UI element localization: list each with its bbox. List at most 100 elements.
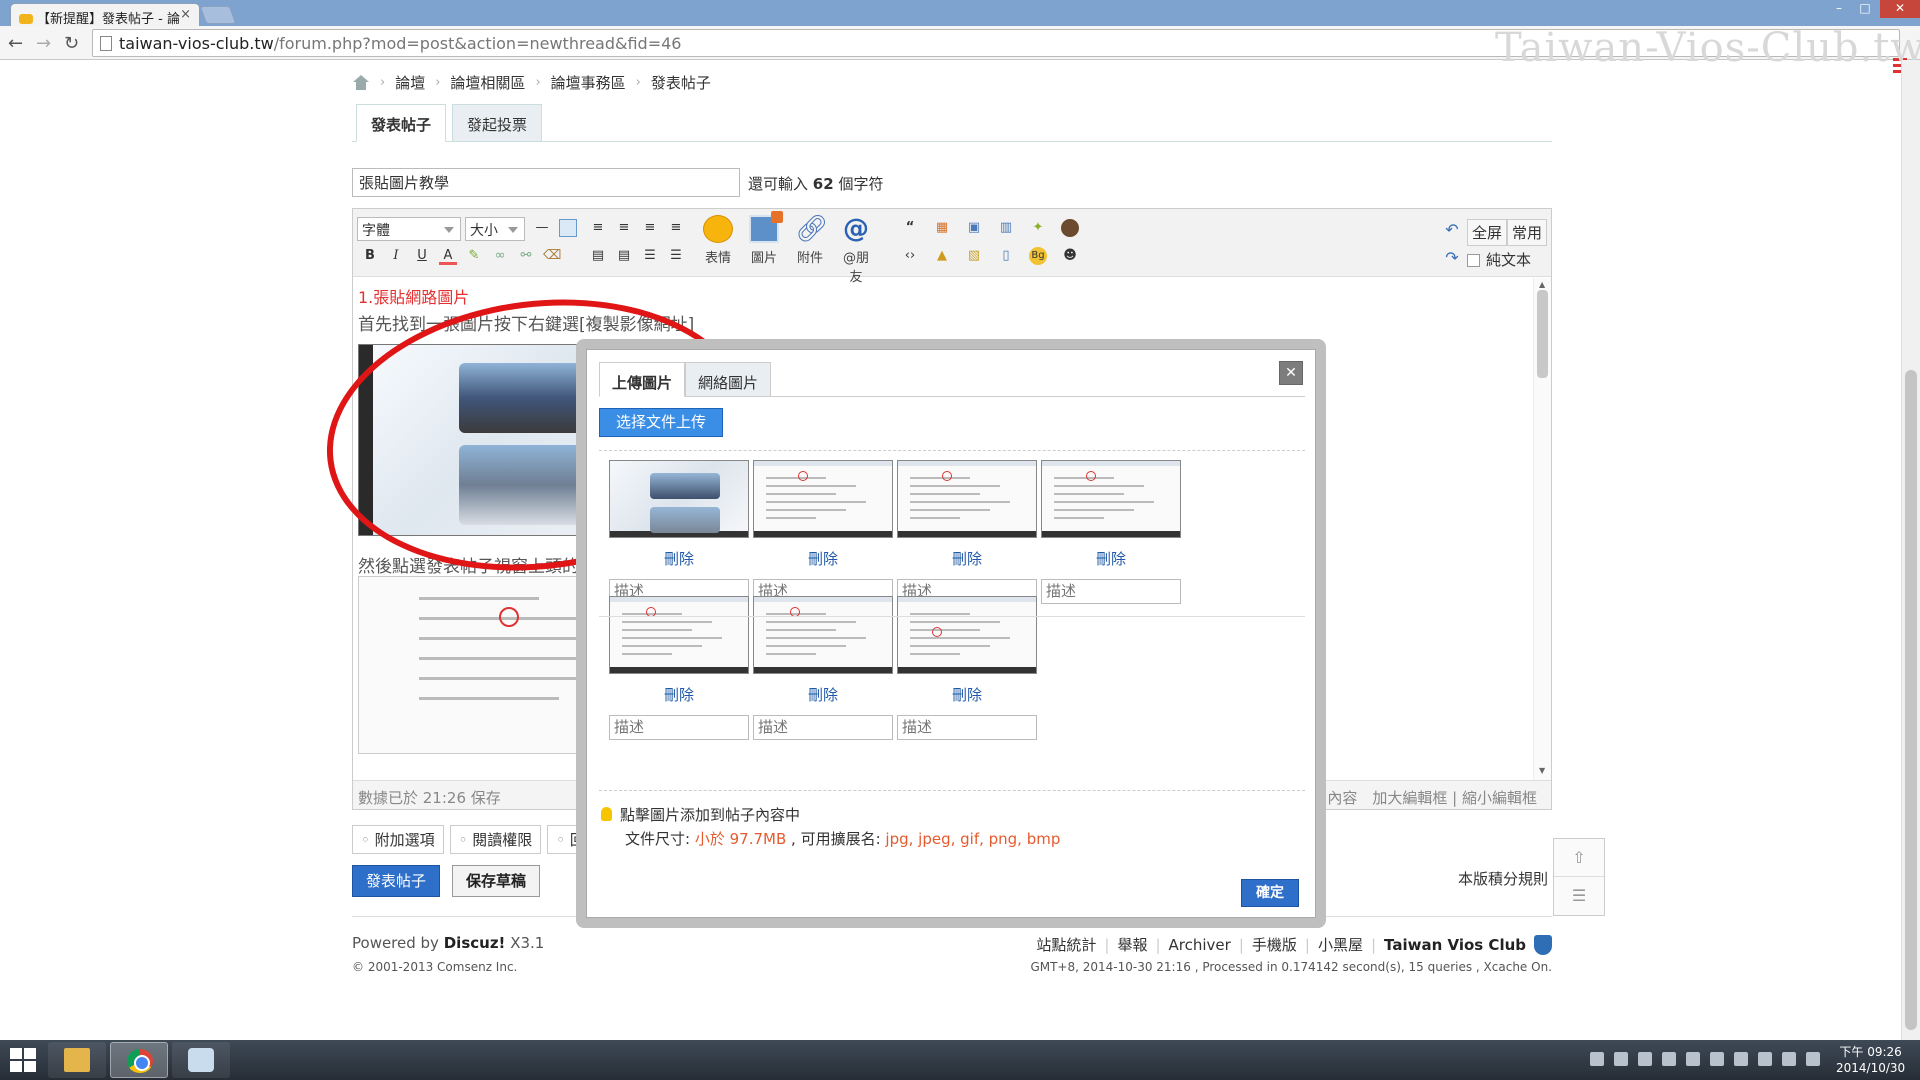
save-draft-button[interactable]: 保存草稿 <box>452 865 540 897</box>
font-color-icon[interactable]: A <box>439 247 457 265</box>
bold-icon[interactable]: B <box>361 247 379 265</box>
image-button[interactable]: 圖片 <box>745 211 783 266</box>
description-input[interactable] <box>753 715 893 740</box>
tray-flag-icon[interactable] <box>1590 1052 1604 1066</box>
footer-link-archiver[interactable]: Archiver <box>1169 936 1231 954</box>
thumbnail-image[interactable] <box>753 596 893 674</box>
tab-new-thread[interactable]: 發表帖子 <box>356 104 447 142</box>
scroll-down-icon[interactable]: ▼ <box>1539 766 1545 775</box>
quote-icon[interactable]: “ <box>901 219 919 237</box>
delete-link[interactable]: 刪除 <box>609 684 749 705</box>
tray-signal-icon[interactable] <box>1758 1052 1772 1066</box>
mention-friend-button[interactable]: @ @朋友 <box>837 215 875 285</box>
align-center-icon[interactable]: ≡ <box>615 219 633 237</box>
tray-app-icon[interactable] <box>1662 1052 1676 1066</box>
fullscreen-button[interactable]: 全屏 <box>1467 219 1508 246</box>
description-input[interactable] <box>897 715 1037 740</box>
tray-cloud-icon[interactable] <box>1614 1052 1628 1066</box>
page-scroll-thumb[interactable] <box>1905 370 1917 1030</box>
italic-icon[interactable]: I <box>387 247 405 265</box>
plaintext-checkbox[interactable] <box>1467 254 1480 267</box>
read-permission-tab[interactable]: 閱讀權限 <box>449 825 542 854</box>
unordered-list-icon[interactable]: ☰ <box>667 247 685 265</box>
flash-icon[interactable] <box>1061 219 1079 237</box>
highlight-icon[interactable]: ✎ <box>465 247 483 265</box>
underline-icon[interactable]: U <box>413 247 431 265</box>
thumbnail-image[interactable] <box>897 596 1037 674</box>
thumbnail-image[interactable] <box>609 460 749 538</box>
delete-link[interactable]: 刪除 <box>753 548 893 569</box>
tab-upload-image[interactable]: 上傳圖片 <box>599 362 686 397</box>
tray-app-icon[interactable] <box>1710 1052 1724 1066</box>
taskbar-clock[interactable]: 下午 09:26 2014/10/30 <box>1836 1044 1905 1076</box>
footer-link-stats[interactable]: 站點統計 <box>1036 934 1096 955</box>
choose-file-button[interactable]: 选择文件上传 <box>599 408 723 437</box>
delete-link[interactable]: 刪除 <box>609 548 749 569</box>
thumbnail-image[interactable] <box>753 460 893 538</box>
password-icon[interactable]: ✦ <box>1029 219 1047 237</box>
breadcrumb-item-forum-affairs[interactable]: 論壇事務區 <box>551 72 626 93</box>
dialog-close-icon[interactable]: ✕ <box>1279 361 1303 385</box>
gallery-icon[interactable]: ▧ <box>965 247 983 265</box>
hide-icon[interactable]: ▲ <box>933 247 951 265</box>
common-button[interactable]: 常用 <box>1507 219 1548 246</box>
delete-link[interactable]: 刪除 <box>753 684 893 705</box>
plaintext-toggle[interactable]: 純文本 <box>1467 249 1531 270</box>
start-windows-icon[interactable] <box>10 1048 36 1072</box>
horizontal-rule-icon[interactable]: — <box>533 219 551 237</box>
footer-link-report[interactable]: 舉報 <box>1117 934 1147 955</box>
tray-close-icon[interactable] <box>1806 1052 1820 1066</box>
taskbar-chrome-button[interactable] <box>110 1042 168 1078</box>
tab-web-image[interactable]: 網絡圖片 <box>685 362 772 397</box>
float-right-icon[interactable]: ▤ <box>615 247 633 265</box>
link-icon[interactable]: ∞ <box>491 247 509 265</box>
redo-icon[interactable]: ↷ <box>1443 249 1461 267</box>
bg-color-icon[interactable]: Bg <box>1029 247 1047 265</box>
align-justify-icon[interactable]: ≡ <box>667 219 685 237</box>
tray-app-icon[interactable] <box>1686 1052 1700 1066</box>
undo-icon[interactable]: ↶ <box>1443 221 1461 239</box>
editor-scroll-thumb[interactable] <box>1537 290 1548 378</box>
table-icon[interactable] <box>559 219 577 237</box>
thumbnail-image[interactable] <box>1041 460 1181 538</box>
align-right-icon[interactable]: ≡ <box>641 219 659 237</box>
back-to-top-icon[interactable]: ⇧ <box>1554 839 1604 877</box>
back-arrow-icon[interactable]: ← <box>8 33 23 54</box>
qq-icon[interactable]: ☻ <box>1061 247 1079 265</box>
editor-resize-links[interactable]: 內容 加大編輯框 | 縮小編輯框 <box>1327 787 1537 808</box>
delete-link[interactable]: 刪除 <box>897 684 1037 705</box>
taskbar-paint-button[interactable] <box>172 1042 230 1078</box>
description-input[interactable] <box>609 715 749 740</box>
float-left-icon[interactable]: ▤ <box>589 247 607 265</box>
code-icon[interactable]: ‹› <box>901 247 919 265</box>
window-minimize-button[interactable]: – <box>1826 0 1852 18</box>
editor-scrollbar[interactable]: ▲ ▼ <box>1533 278 1551 780</box>
taskbar-explorer-button[interactable] <box>48 1042 106 1078</box>
delete-link[interactable]: 刪除 <box>897 548 1037 569</box>
return-list-icon[interactable]: ☰ <box>1554 877 1604 915</box>
footer-site-name[interactable]: Taiwan Vios Club <box>1384 936 1526 954</box>
home-icon[interactable] <box>352 74 370 91</box>
free-tag-icon[interactable]: ▦ <box>933 219 951 237</box>
tray-app-icon[interactable] <box>1638 1052 1652 1066</box>
index-icon[interactable]: ▥ <box>997 219 1015 237</box>
thumbnail-image[interactable] <box>897 460 1037 538</box>
breadcrumb-item-forum-related[interactable]: 論壇相關區 <box>450 72 525 93</box>
new-tab-button[interactable] <box>199 6 237 24</box>
credit-rule-link[interactable]: 本版積分規則 <box>1458 868 1548 889</box>
tab-new-poll[interactable]: 發起投票 <box>452 104 543 142</box>
dialog-ok-button[interactable]: 確定 <box>1241 879 1299 907</box>
delete-link[interactable]: 刪除 <box>1041 548 1181 569</box>
extra-options-tab[interactable]: 附加選項 <box>352 825 444 854</box>
font-size-select[interactable]: 大小 <box>465 217 525 241</box>
subject-input[interactable] <box>352 168 740 197</box>
tab-close-icon[interactable]: × <box>180 7 191 22</box>
unlink-icon[interactable]: ⚯ <box>517 247 535 265</box>
font-family-select[interactable]: 字體 <box>357 217 461 241</box>
page-break-icon[interactable]: ▣ <box>965 219 983 237</box>
column-icon[interactable]: ▯ <box>997 247 1015 265</box>
clear-format-icon[interactable]: ⌫ <box>543 247 561 265</box>
description-input[interactable] <box>1041 579 1181 604</box>
window-maximize-button[interactable]: □ <box>1852 0 1878 18</box>
browser-tab[interactable]: 【新提醒】發表帖子 - 論 × <box>10 3 200 27</box>
